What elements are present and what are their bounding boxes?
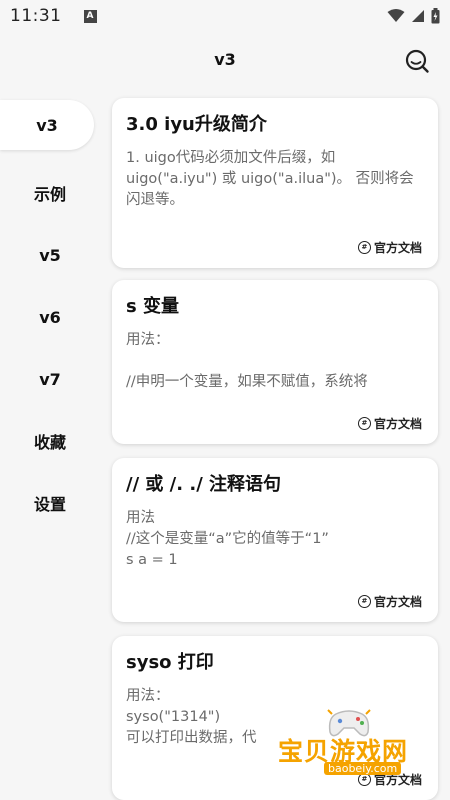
official-docs-label: 官方文档: [373, 417, 422, 431]
card-body: 用法： //申明一个变量，如果不赋值，系统将: [126, 332, 368, 390]
sidebar-item-settings[interactable]: 设置: [0, 472, 100, 534]
watermark: 宝贝游戏网 baobeiy.com: [268, 702, 428, 782]
battery-icon: [431, 8, 440, 24]
official-docs-label: 官方文档: [373, 241, 422, 255]
official-docs-link[interactable]: # 官方文档: [357, 239, 422, 256]
card-title: s 变量: [126, 296, 179, 317]
sidebar-item-v5[interactable]: v5: [0, 224, 100, 286]
status-time: 11:31: [10, 6, 62, 26]
sidebar-item-label: v6: [39, 307, 61, 327]
card-body: 用法 //这个是变量“a”它的值等于“1” s a = 1: [126, 510, 329, 568]
sidebar-item-examples[interactable]: 示例: [0, 162, 100, 224]
sidebar: v3 示例 v5 v6 v7 收藏 设置: [0, 100, 100, 534]
notification-icon: A: [83, 9, 97, 23]
doc-card[interactable]: 3.0 iyu升级简介 1. uigo代码必须加文件后缀，如uigo("a.iy…: [112, 98, 438, 268]
sidebar-item-v6[interactable]: v6: [0, 286, 100, 348]
card-title: syso 打印: [126, 652, 214, 673]
sidebar-item-label: v5: [39, 245, 61, 265]
official-docs-link[interactable]: # 官方文档: [357, 593, 422, 610]
doc-card[interactable]: // 或 /. ./ 注释语句 用法 //这个是变量“a”它的值等于“1” s …: [112, 458, 438, 622]
sidebar-item-v3[interactable]: v3: [0, 100, 94, 150]
docs-icon: #: [357, 241, 371, 254]
page-title: v3: [214, 50, 236, 69]
docs-icon: #: [357, 595, 371, 608]
sidebar-item-v7[interactable]: v7: [0, 348, 100, 410]
card-title: 3.0 iyu升级简介: [126, 114, 267, 135]
official-docs-label: 官方文档: [373, 595, 422, 609]
status-icons: [387, 8, 440, 24]
official-docs-link[interactable]: # 官方文档: [357, 415, 422, 432]
card-title: // 或 /. ./ 注释语句: [126, 474, 282, 495]
status-bar: 11:31 A: [0, 0, 450, 32]
wifi-icon: [387, 9, 405, 22]
watermark-url: baobeiy.com: [324, 762, 402, 775]
sidebar-item-label: 收藏: [33, 433, 66, 452]
app-header: v3: [0, 32, 450, 92]
card-body: 1. uigo代码必须加文件后缀，如uigo("a.iyu") 或 uigo("…: [126, 150, 414, 208]
sidebar-item-label: 示例: [33, 185, 66, 204]
search-button[interactable]: [402, 46, 432, 76]
docs-icon: #: [357, 417, 371, 430]
doc-card[interactable]: s 变量 用法： //申明一个变量，如果不赋值，系统将 # 官方文档: [112, 280, 438, 444]
sidebar-item-label: v7: [39, 369, 61, 389]
sidebar-item-label: 设置: [33, 495, 66, 514]
sidebar-item-favorites[interactable]: 收藏: [0, 410, 100, 472]
search-icon: [405, 49, 429, 73]
sidebar-item-label: v3: [36, 115, 58, 135]
signal-icon: [412, 10, 424, 22]
